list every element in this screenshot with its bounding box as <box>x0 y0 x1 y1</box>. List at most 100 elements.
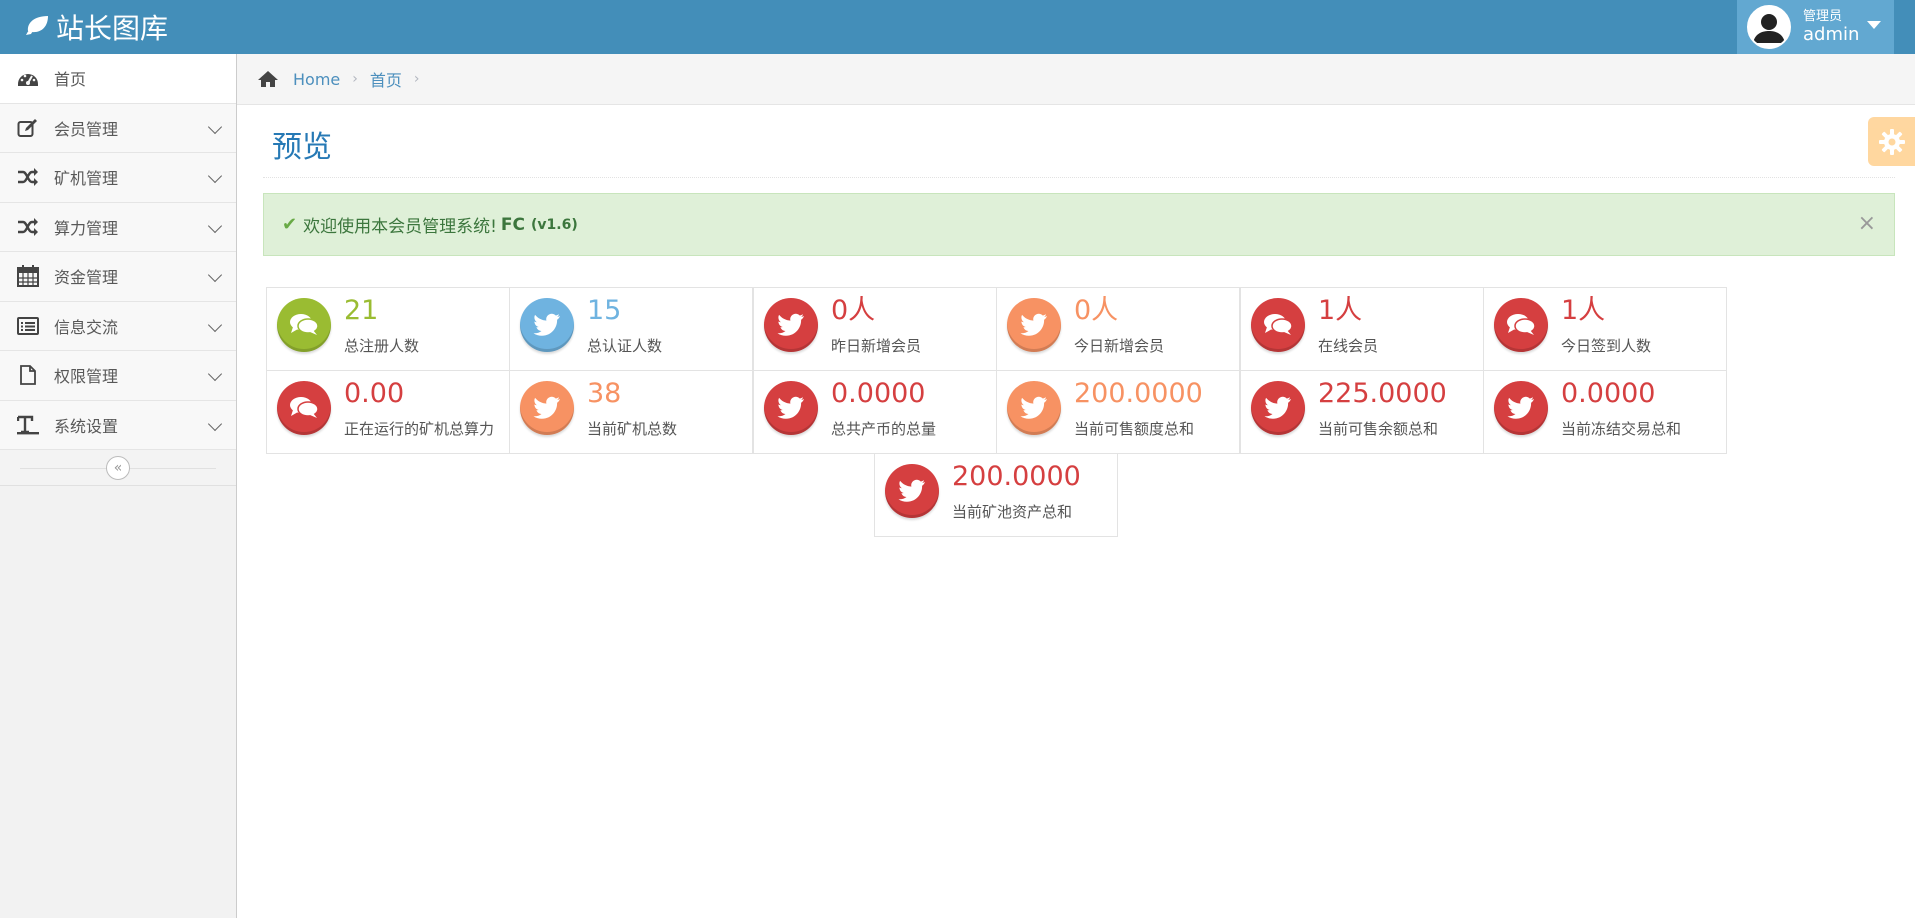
chevron-right-icon: › <box>413 71 420 87</box>
stat-box: 15 总认证人数 <box>509 287 753 371</box>
sidebar-item-settings[interactable]: 系统设置 <box>0 400 236 450</box>
stat-value: 0.0000 <box>831 378 926 409</box>
stat-value: 0.0000 <box>1561 378 1656 409</box>
random-icon <box>16 165 40 189</box>
alert-text: 欢迎使用本会员管理系统! <box>303 217 497 237</box>
comments-icon <box>277 381 331 435</box>
sidebar-item-miners[interactable]: 矿机管理 <box>0 153 236 203</box>
sidebar-item-permissions[interactable]: 权限管理 <box>0 351 236 401</box>
breadcrumb-home[interactable]: Home <box>293 70 340 89</box>
comments-icon <box>277 298 331 352</box>
comments-icon <box>1494 298 1548 352</box>
settings-button[interactable] <box>1868 117 1915 166</box>
sidebar-collapse-bar: « <box>0 450 236 486</box>
sidebar-item-label: 算力管理 <box>54 218 119 238</box>
sidebar-item-funds[interactable]: 资金管理 <box>0 252 236 302</box>
twitter-icon <box>764 381 818 435</box>
stat-label: 当前矿池资产总和 <box>952 503 1073 521</box>
stat-box: 0.00 正在运行的矿机总算力 <box>266 370 510 454</box>
leaf-icon <box>24 11 56 44</box>
stat-box: 38 当前矿机总数 <box>509 370 753 454</box>
stat-value: 0人 <box>831 295 876 326</box>
stat-label: 昨日新增会员 <box>831 337 922 355</box>
stat-label: 今日签到人数 <box>1561 337 1652 355</box>
stat-label: 当前可售额度总和 <box>1074 420 1195 438</box>
twitter-icon <box>764 298 818 352</box>
stat-box: 225.0000 当前可售余额总和 <box>1240 370 1484 454</box>
stat-value: 0人 <box>1074 295 1119 326</box>
comments-icon <box>1251 298 1305 352</box>
gear-icon <box>1878 128 1906 156</box>
brand-title: 站长图库 <box>56 12 169 45</box>
stat-box: 1人 在线会员 <box>1240 287 1484 371</box>
stat-value: 200.0000 <box>1074 378 1203 409</box>
sidebar-item-label: 会员管理 <box>54 119 119 139</box>
chevron-down-icon <box>207 218 223 233</box>
stat-value: 15 <box>587 295 622 326</box>
twitter-icon <box>1494 381 1548 435</box>
alert-brand: FC <box>500 214 526 235</box>
sidebar-item-messages[interactable]: 信息交流 <box>0 301 236 351</box>
breadcrumb-current[interactable]: 首页 <box>370 67 402 91</box>
twitter-icon <box>885 464 939 518</box>
file-icon <box>16 363 40 387</box>
stat-value: 21 <box>344 295 379 326</box>
collapse-icon[interactable]: « <box>106 456 130 480</box>
user-name: admin <box>1803 24 1860 45</box>
brand-logo[interactable]: 站长图库 <box>24 8 168 46</box>
chevron-down-icon <box>207 317 223 332</box>
sidebar-item-hashrate[interactable]: 算力管理 <box>0 202 236 252</box>
twitter-icon <box>1007 381 1061 435</box>
chevron-down-icon <box>207 366 223 382</box>
stat-value: 1人 <box>1561 295 1606 326</box>
stat-box: 0.0000 总共产币的总量 <box>753 370 997 454</box>
stat-box: 21 总注册人数 <box>266 287 510 371</box>
chevron-down-icon <box>207 267 223 283</box>
check-icon: ✔ <box>282 214 298 235</box>
divider <box>263 177 1895 178</box>
user-menu[interactable]: 管理员 admin <box>1737 0 1894 54</box>
chevron-down-icon <box>207 168 223 184</box>
sidebar-item-label: 系统设置 <box>54 416 119 436</box>
sidebar-item-label: 信息交流 <box>54 317 119 337</box>
stat-box: 200.0000 当前可售额度总和 <box>996 370 1240 454</box>
stat-value: 38 <box>587 378 622 409</box>
list-icon <box>16 314 40 338</box>
chevron-down-icon <box>207 119 223 134</box>
chevron-down-icon <box>207 416 223 431</box>
text-height-icon <box>16 413 40 437</box>
dashboard-icon <box>16 66 40 90</box>
stat-label: 当前矿机总数 <box>587 420 678 438</box>
top-navbar: 站长图库 管理员 admin <box>0 0 1915 54</box>
stat-label: 在线会员 <box>1318 337 1379 355</box>
close-icon[interactable]: × <box>1858 211 1876 236</box>
sidebar: 首页 会员管理 矿机管理 算力管理 资金管理 信息交流 权限管理 系统设置 « <box>0 54 237 918</box>
stat-box: 200.0000 当前矿池资产总和 <box>874 453 1118 537</box>
stat-box: 0人今日新增会员 <box>996 287 1240 371</box>
alert-version: (v1.6) <box>531 216 578 233</box>
sidebar-item-label: 资金管理 <box>54 268 119 288</box>
stat-value: 0.00 <box>344 378 405 409</box>
caret-down-icon <box>1867 21 1881 29</box>
sidebar-item-label: 权限管理 <box>54 367 119 387</box>
stat-label: 当前可售余额总和 <box>1318 420 1439 438</box>
stat-label: 总共产币的总量 <box>831 420 937 438</box>
twitter-icon <box>1007 298 1061 352</box>
twitter-icon <box>520 298 574 352</box>
stat-box: 1人今日签到人数 <box>1483 287 1727 371</box>
user-role: 管理员 <box>1803 9 1843 24</box>
calendar-icon <box>16 264 40 288</box>
stat-value: 225.0000 <box>1318 378 1447 409</box>
stat-label: 当前冻结交易总和 <box>1561 420 1682 438</box>
sidebar-item-label: 首页 <box>54 70 87 90</box>
home-icon <box>257 70 279 88</box>
sidebar-item-label: 矿机管理 <box>54 169 119 189</box>
stat-label: 今日新增会员 <box>1074 337 1165 355</box>
random-icon <box>16 215 40 239</box>
avatar <box>1747 5 1791 49</box>
page-title: 预览 <box>272 130 332 165</box>
sidebar-item-home[interactable]: 首页 <box>0 54 236 104</box>
stat-label: 总注册人数 <box>344 337 420 355</box>
twitter-icon <box>520 381 574 435</box>
sidebar-item-members[interactable]: 会员管理 <box>0 103 236 153</box>
